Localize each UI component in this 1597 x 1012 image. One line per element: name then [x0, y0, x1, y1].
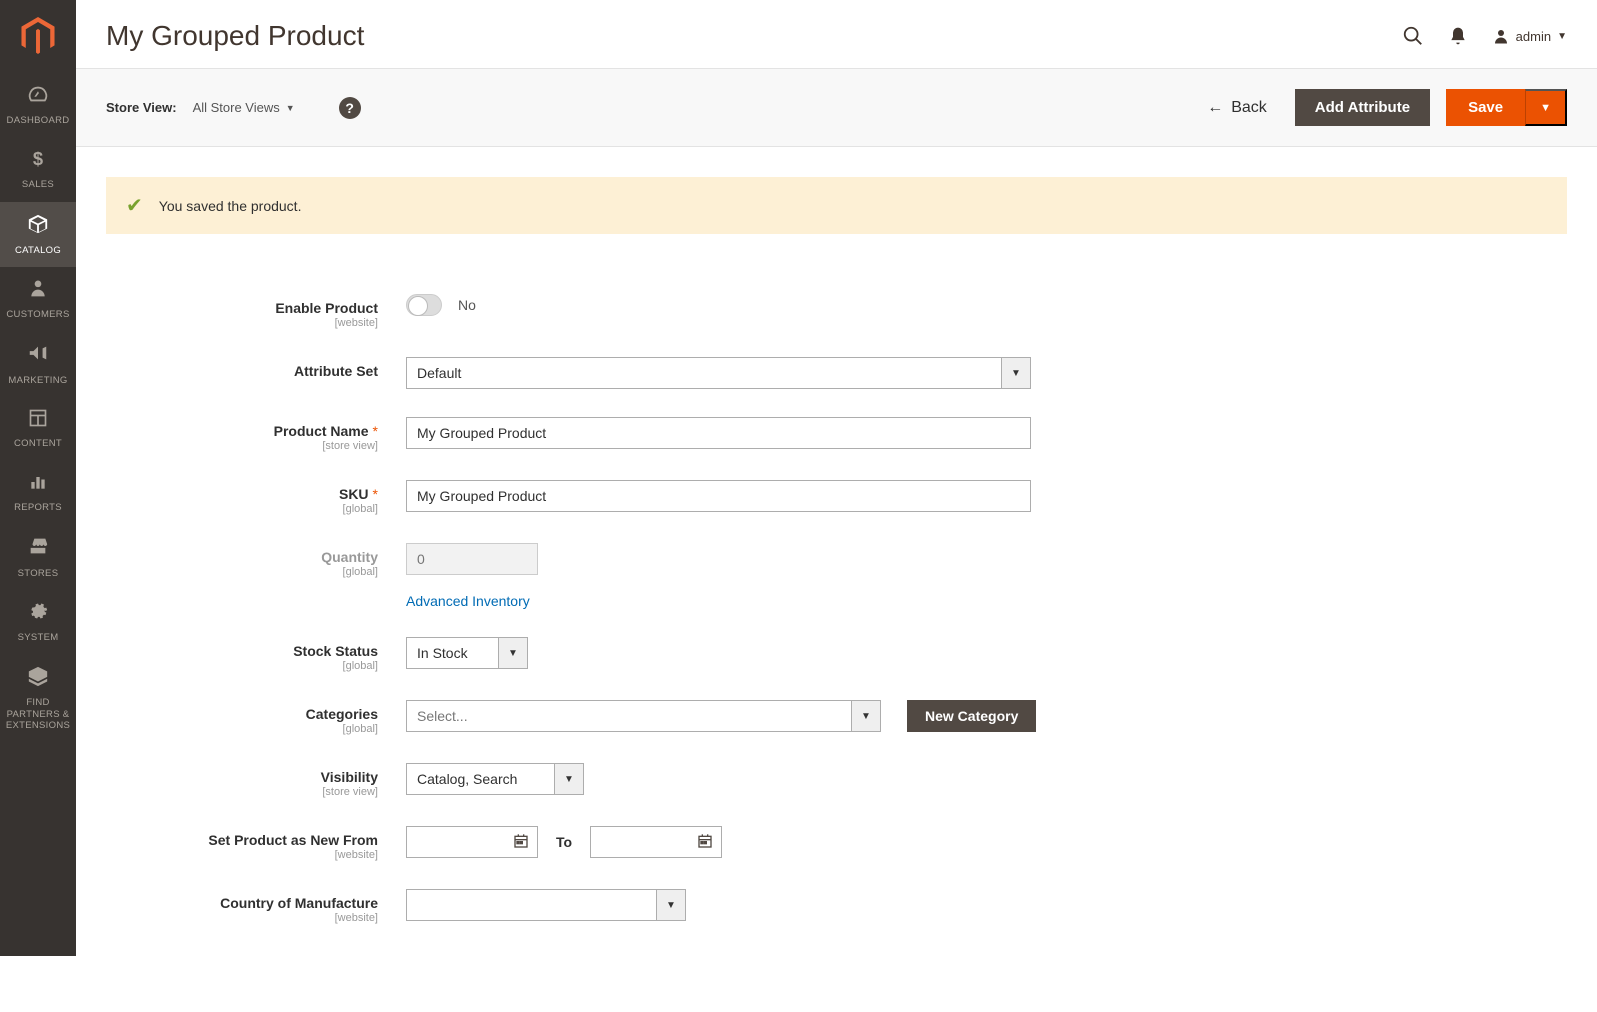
new-from-date-input[interactable] [406, 826, 538, 858]
chevron-down-icon: ▼ [286, 103, 295, 113]
user-icon [1492, 27, 1510, 45]
user-name: admin [1516, 29, 1551, 44]
quantity-label: Quantity [global] [106, 543, 406, 578]
sku-input[interactable] [406, 480, 1031, 512]
chevron-down-icon: ▼ [554, 763, 584, 795]
page-header: My Grouped Product admin ▼ [76, 0, 1597, 68]
store-view-select[interactable]: All Store Views ▼ [193, 100, 295, 115]
chart-icon [28, 472, 48, 498]
quantity-input [406, 543, 538, 575]
sidebar-item-sales[interactable]: $SALES [0, 138, 76, 202]
new-category-button[interactable]: New Category [907, 700, 1036, 732]
save-dropdown-button[interactable]: ▼ [1525, 89, 1567, 126]
chevron-down-icon: ▼ [656, 889, 686, 921]
sidebar-item-customers[interactable]: CUSTOMERS [0, 267, 76, 331]
success-text: You saved the product. [159, 198, 302, 214]
add-attribute-button[interactable]: Add Attribute [1295, 89, 1430, 126]
attribute-set-label: Attribute Set [106, 357, 406, 379]
box-icon [27, 213, 49, 241]
categories-select[interactable]: Select... ▼ [406, 700, 881, 732]
help-icon[interactable]: ? [339, 97, 361, 119]
arrow-left-icon: ← [1207, 99, 1223, 117]
calendar-icon [513, 833, 529, 852]
search-icon[interactable] [1402, 25, 1424, 47]
success-message: ✔ You saved the product. [106, 177, 1567, 234]
stock-status-select[interactable]: In Stock ▼ [406, 637, 528, 669]
new-to-label: To [556, 834, 572, 850]
save-button[interactable]: Save [1446, 89, 1525, 126]
sidebar-item-dashboard[interactable]: DASHBOARD [0, 72, 76, 138]
sidebar-item-system[interactable]: SYSTEM [0, 590, 76, 654]
sidebar-item-stores[interactable]: STORES [0, 524, 76, 590]
visibility-select[interactable]: Catalog, Search ▼ [406, 763, 584, 795]
partners-icon [27, 665, 49, 693]
chevron-down-icon: ▼ [851, 700, 881, 732]
svg-text:$: $ [33, 149, 43, 169]
enable-product-value: No [458, 297, 476, 313]
enable-product-label: Enable Product [website] [106, 294, 406, 329]
store-view-label: Store View: [106, 100, 177, 115]
layout-icon [28, 408, 48, 434]
new-from-label: Set Product as New From [website] [106, 826, 406, 861]
visibility-label: Visibility [store view] [106, 763, 406, 798]
back-button[interactable]: ← Back [1207, 99, 1267, 117]
user-menu[interactable]: admin ▼ [1492, 27, 1567, 45]
sidebar-item-content[interactable]: CONTENT [0, 397, 76, 461]
new-to-date-input[interactable] [590, 826, 722, 858]
bell-icon[interactable] [1448, 26, 1468, 46]
chevron-down-icon: ▼ [1540, 102, 1551, 114]
advanced-inventory-link[interactable]: Advanced Inventory [406, 593, 530, 609]
magento-logo[interactable] [0, 0, 76, 72]
sidebar-item-marketing[interactable]: MARKETING [0, 331, 76, 397]
check-icon: ✔ [126, 193, 143, 218]
sku-label: SKU* [global] [106, 480, 406, 515]
toolbar: Store View: All Store Views ▼ ? ← Back A… [76, 68, 1597, 147]
sidebar-item-partners[interactable]: FIND PARTNERS & EXTENSIONS [0, 654, 76, 743]
attribute-set-select[interactable]: Default ▼ [406, 357, 1031, 389]
megaphone-icon [27, 342, 49, 370]
enable-product-toggle[interactable] [406, 294, 442, 316]
product-name-input[interactable] [406, 417, 1031, 449]
stock-status-label: Stock Status [global] [106, 637, 406, 672]
sidebar-item-catalog[interactable]: CATALOG [0, 202, 76, 268]
categories-label: Categories [global] [106, 700, 406, 735]
product-name-label: Product Name* [store view] [106, 417, 406, 452]
chevron-down-icon: ▼ [1557, 31, 1567, 42]
sidebar-item-reports[interactable]: REPORTS [0, 461, 76, 525]
chevron-down-icon: ▼ [498, 637, 528, 669]
person-icon [28, 278, 48, 304]
chevron-down-icon: ▼ [1001, 357, 1031, 389]
calendar-icon [697, 833, 713, 852]
dollar-icon: $ [28, 149, 48, 175]
gauge-icon [27, 83, 49, 111]
country-label: Country of Manufacture [website] [106, 889, 406, 924]
country-select[interactable]: ▼ [406, 889, 686, 921]
sidebar: DASHBOARD $SALES CATALOG CUSTOMERS MARKE… [0, 0, 76, 956]
gear-icon [28, 601, 48, 627]
store-icon [27, 535, 49, 563]
page-title: My Grouped Product [106, 20, 364, 52]
